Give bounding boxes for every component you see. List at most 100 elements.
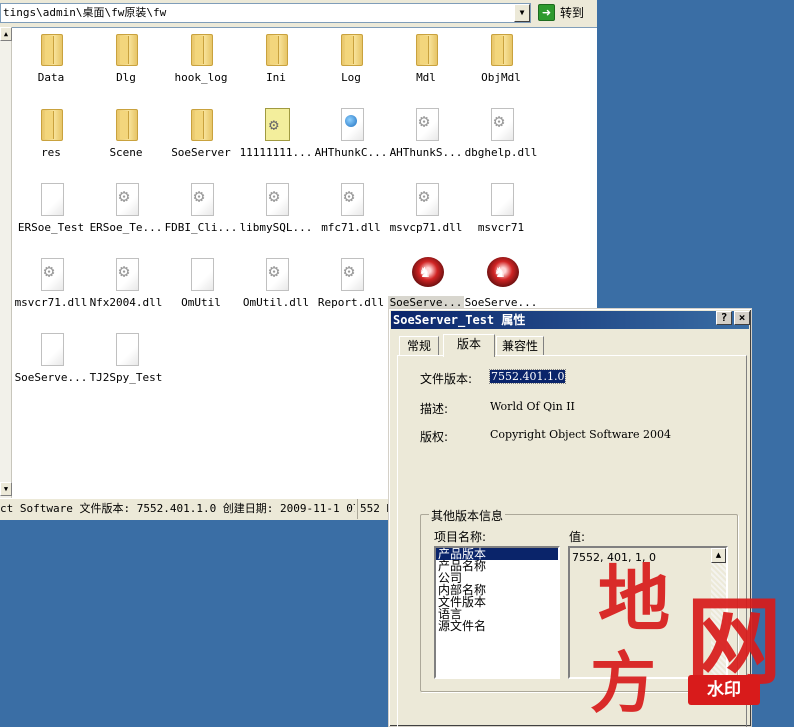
game-exe-icon: [487, 257, 519, 291]
file-item[interactable]: TJ2Spy_Test: [88, 332, 164, 404]
file-label: msvcr71: [477, 221, 525, 234]
file-label: Mdl: [416, 71, 436, 84]
dll-file-icon: [187, 182, 215, 216]
help-button[interactable]: ?: [716, 311, 732, 325]
dll-file-icon: [412, 182, 440, 216]
file-item[interactable]: SoeServer: [163, 107, 239, 179]
item-name-label: 项目名称:: [434, 530, 487, 544]
file-label: 11111111...: [239, 146, 313, 159]
game-exe-icon: [412, 257, 444, 291]
blank-file-icon: [187, 257, 215, 291]
folder-icon: [262, 32, 290, 66]
file-label: Report.dll: [317, 296, 385, 309]
file-label: msvcp71.dll: [389, 221, 463, 234]
file-item[interactable]: ERSoe_Te...: [88, 182, 164, 254]
file-item[interactable]: FDBI_Cli...: [163, 182, 239, 254]
file-item[interactable]: OmUtil: [163, 257, 239, 329]
file-item[interactable]: res: [13, 107, 89, 179]
file-item[interactable]: OmUtil.dll: [238, 257, 314, 329]
dll-file-icon: [112, 257, 140, 291]
file-item[interactable]: mfc71.dll: [313, 182, 389, 254]
file-version-value[interactable]: 7552.401.1.0: [488, 369, 567, 384]
goto-label: 转到: [560, 6, 585, 20]
file-item[interactable]: Ini: [238, 32, 314, 104]
file-item[interactable]: libmySQL...: [238, 182, 314, 254]
dll-file-icon: [37, 257, 65, 291]
watermark-char-2: 方: [590, 644, 656, 722]
copyright-label: 版权:: [420, 430, 449, 444]
item-name-list[interactable]: 产品版本 产品名称 公司 内部名称 文件版本 语言 源文件名: [434, 546, 560, 679]
blank-file-icon: [487, 182, 515, 216]
tab-general[interactable]: 常规: [399, 336, 439, 356]
file-item[interactable]: msvcr71.dll: [13, 257, 89, 329]
folder-icon: [37, 107, 65, 141]
file-item[interactable]: Nfx2004.dll: [88, 257, 164, 329]
file-item[interactable]: AHThunkC...: [313, 107, 389, 179]
file-label: Data: [37, 71, 65, 84]
file-label: ERSoe_Te...: [89, 221, 163, 234]
config-file-icon: [262, 107, 290, 141]
file-label: AHThunkC...: [314, 146, 388, 159]
file-item[interactable]: 11111111...: [238, 107, 314, 179]
list-item[interactable]: 源文件名: [436, 620, 558, 632]
description-label: 描述:: [420, 402, 449, 416]
scroll-down-icon[interactable]: ▼: [0, 482, 12, 496]
dialog-title: SoeServer_Test 属性: [391, 311, 749, 329]
goto-button[interactable]: ➜ 转到: [536, 3, 594, 23]
file-item[interactable]: hook_log: [163, 32, 239, 104]
group-caption: 其他版本信息: [429, 507, 506, 524]
scroll-up-icon[interactable]: ▲: [0, 27, 12, 41]
tab-compatibility[interactable]: 兼容性: [496, 336, 544, 356]
dll-file-icon: [262, 182, 290, 216]
file-item[interactable]: AHThunkS...: [388, 107, 464, 179]
dll-file-icon: [337, 182, 365, 216]
watermark-stamp: 水印: [688, 675, 760, 705]
file-label: msvcr71.dll: [14, 296, 88, 309]
folder-icon: [187, 107, 215, 141]
file-item[interactable]: Log: [313, 32, 389, 104]
dll-file-icon: [487, 107, 515, 141]
file-item[interactable]: ObjMdl: [463, 32, 539, 104]
folder-icon: [412, 32, 440, 66]
dll-file-icon: [262, 257, 290, 291]
file-item[interactable]: Data: [13, 32, 89, 104]
copyright-value[interactable]: Copyright Object Software 2004: [490, 428, 671, 441]
folder-icon: [487, 32, 515, 66]
file-label: AHThunkS...: [389, 146, 463, 159]
description-value[interactable]: World Of Qin II: [490, 400, 575, 413]
dll-file-icon: [412, 107, 440, 141]
file-item[interactable]: msvcp71.dll: [388, 182, 464, 254]
file-label: res: [41, 146, 61, 159]
watermark-logo: 地 方 网 水印: [590, 540, 794, 727]
file-label: Dlg: [116, 71, 136, 84]
folder-icon: [37, 32, 65, 66]
file-item[interactable]: Dlg: [88, 32, 164, 104]
vertical-scrollbar[interactable]: ▲ ▼: [0, 27, 12, 498]
folder-icon: [112, 32, 140, 66]
html-file-icon: [337, 107, 365, 141]
file-label: TJ2Spy_Test: [89, 371, 163, 384]
file-label: Scene: [109, 146, 143, 159]
dll-file-icon: [112, 182, 140, 216]
folder-icon: [187, 32, 215, 66]
file-item[interactable]: ERSoe_Test: [13, 182, 89, 254]
file-label: FDBI_Cli...: [164, 221, 238, 234]
file-label: mfc71.dll: [321, 221, 381, 234]
file-item[interactable]: Mdl: [388, 32, 464, 104]
file-item[interactable]: msvcr71: [463, 182, 539, 254]
file-item[interactable]: dbghelp.dll: [463, 107, 539, 179]
file-label: OmUtil: [181, 296, 221, 309]
address-input[interactable]: tings\admin\桌面\fw原装\fw: [0, 3, 531, 23]
close-button[interactable]: ×: [734, 311, 750, 325]
blank-file-icon: [37, 332, 65, 366]
file-item[interactable]: Scene: [88, 107, 164, 179]
file-label: ERSoe_Test: [17, 221, 85, 234]
file-item[interactable]: Report.dll: [313, 257, 389, 329]
file-item[interactable]: SoeServe...: [13, 332, 89, 404]
value-label: 值:: [569, 530, 586, 544]
address-dropdown-arrow-icon[interactable]: ▼: [514, 4, 530, 22]
file-label: OmUtil.dll: [242, 296, 310, 309]
tab-version[interactable]: 版本: [443, 334, 495, 357]
folder-icon: [337, 32, 365, 66]
file-label: SoeServe...: [14, 371, 88, 384]
